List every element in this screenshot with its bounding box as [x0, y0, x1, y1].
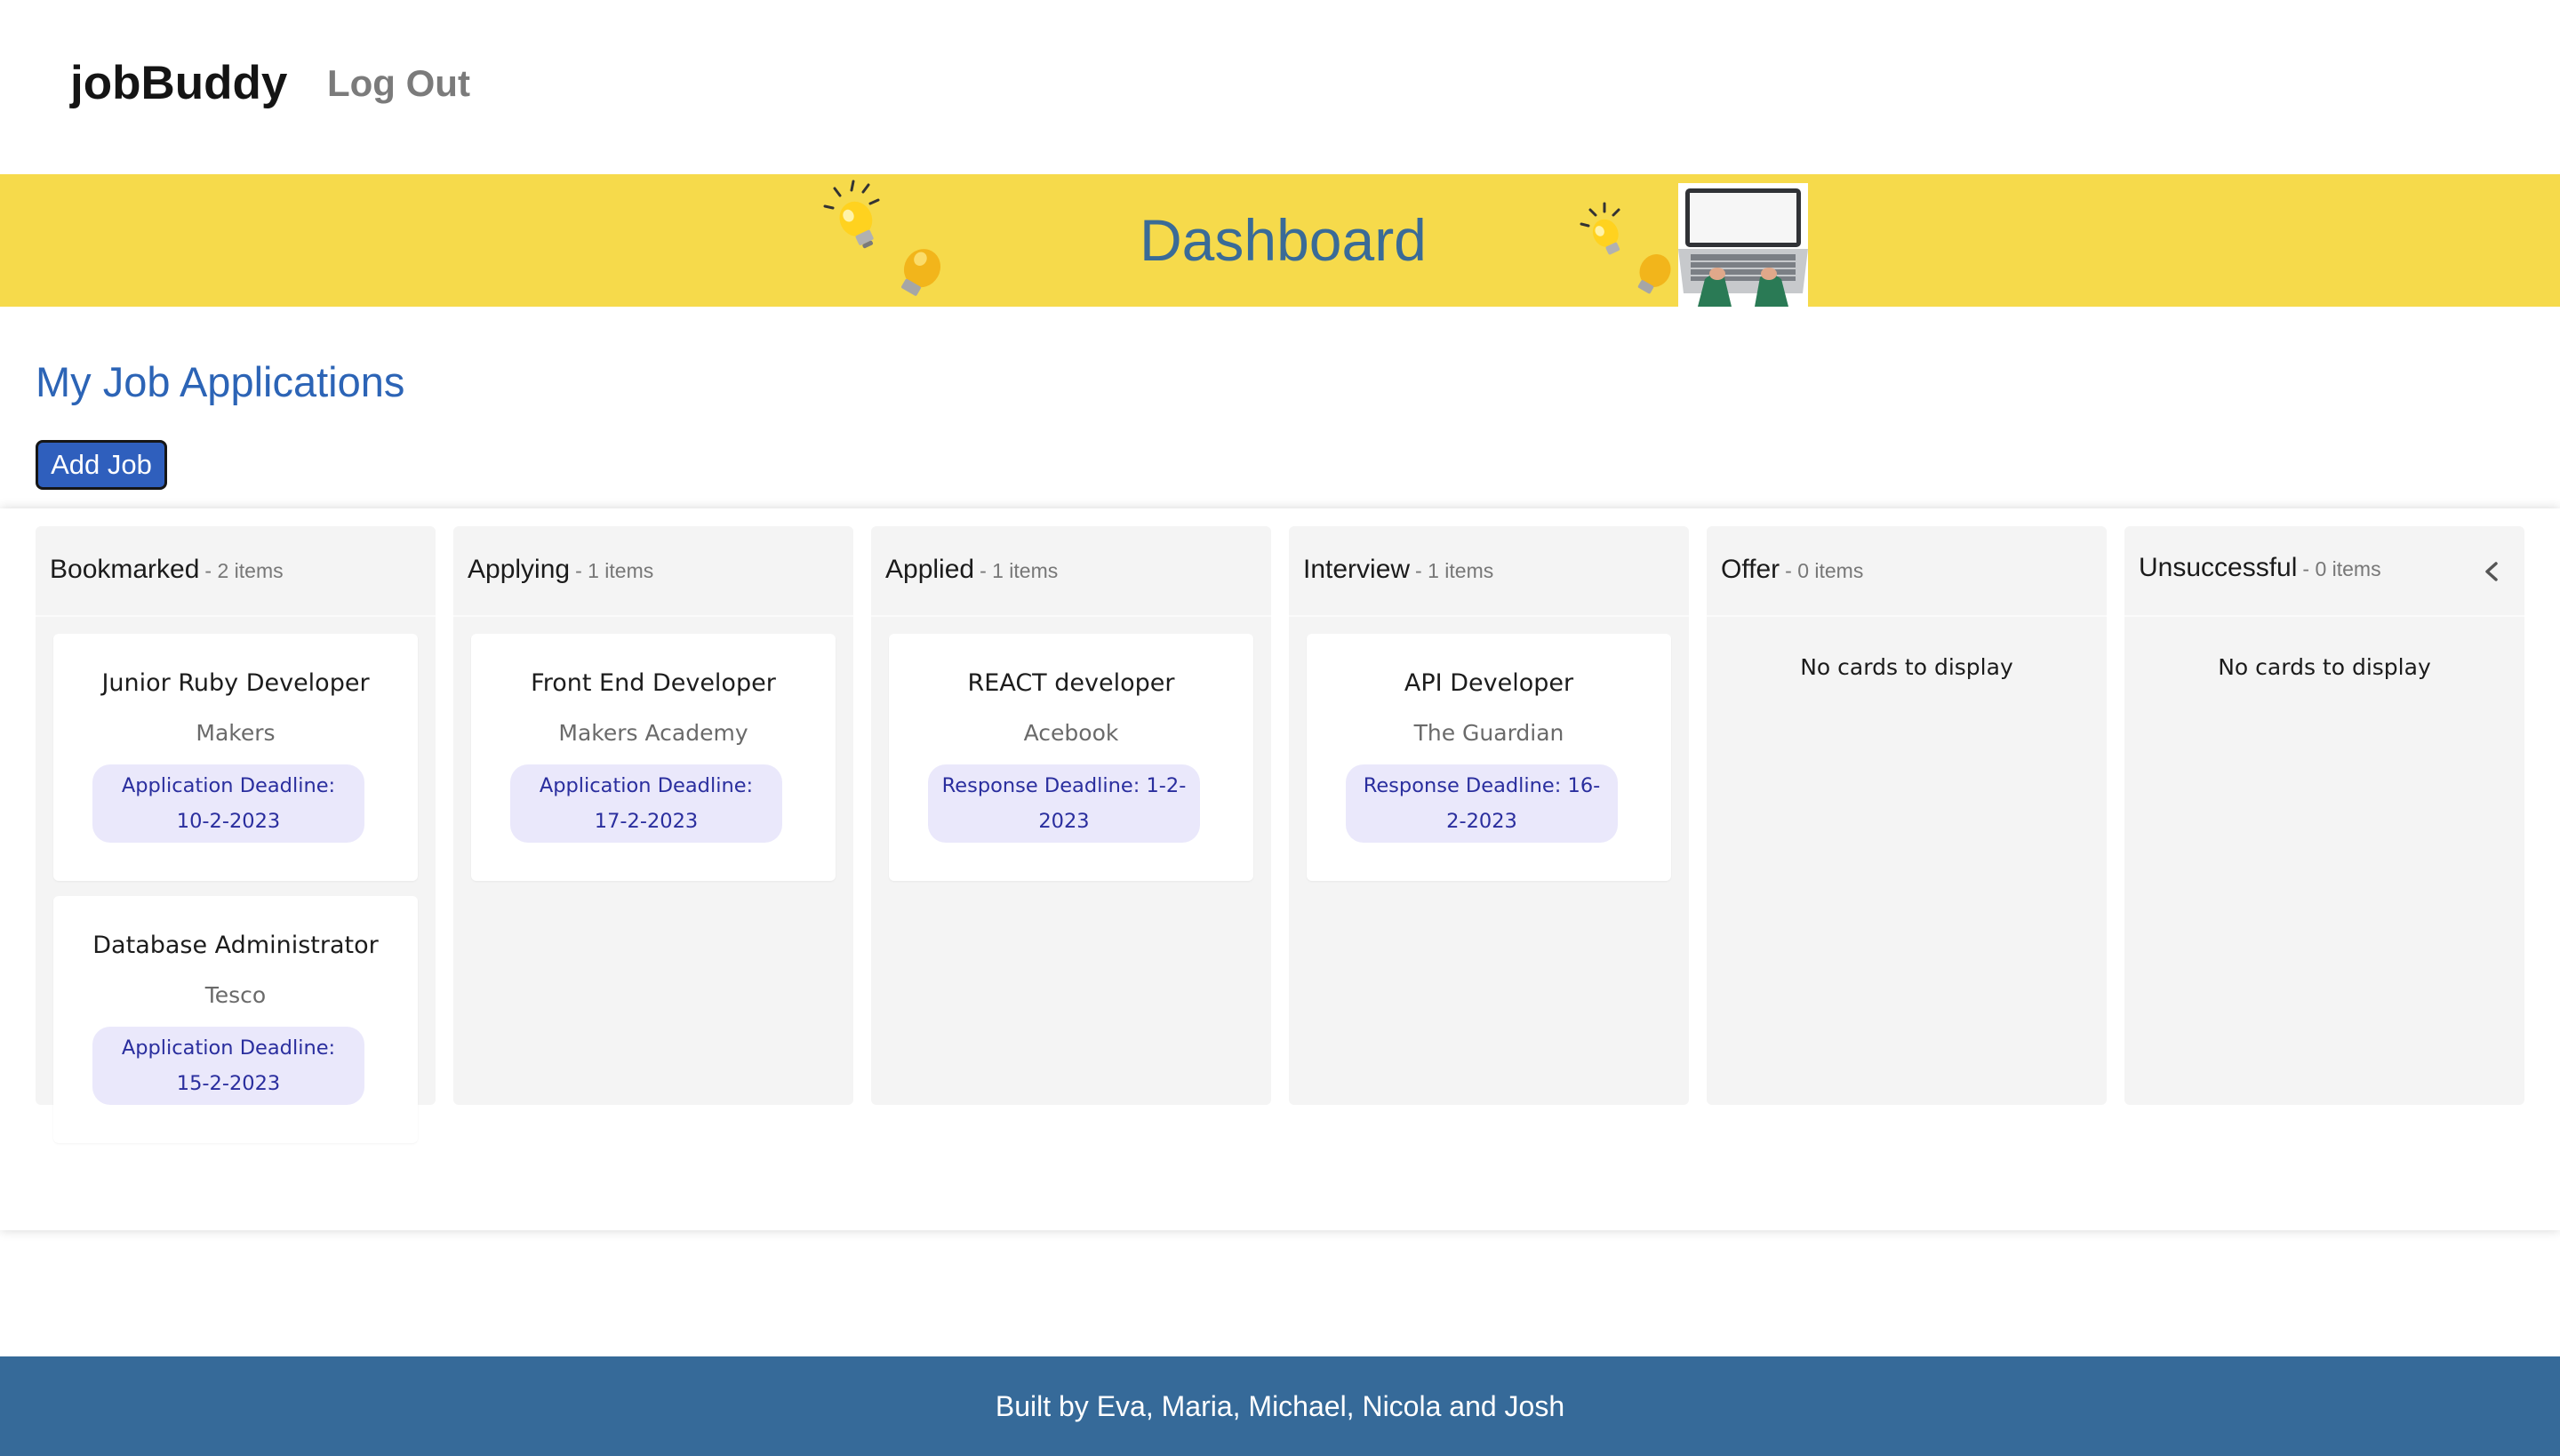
- page-title: My Job Applications: [36, 358, 405, 405]
- top-navbar: jobBuddy Log Out: [0, 0, 2560, 174]
- company-name: Acebook: [1023, 720, 1119, 746]
- lane-offer[interactable]: Offer - 0 items No cards to display: [1707, 526, 2107, 1105]
- chevron-left-icon[interactable]: [2480, 558, 2503, 585]
- lane-header: Applied - 1 items: [871, 526, 1271, 613]
- footer: Built by Eva, Maria, Michael, Nicola and…: [0, 1356, 2560, 1456]
- lane-title: Applying - 1 items: [468, 555, 653, 585]
- job-title: Database Administrator: [92, 932, 379, 959]
- lane-divider: [2124, 615, 2524, 617]
- dashboard-banner: Dashboard: [0, 174, 2560, 307]
- deadline-tag: Application Deadline: 15-2-2023: [92, 1027, 364, 1105]
- lane-count: - 0 items: [1785, 559, 1864, 582]
- lane-header: Applying - 1 items: [453, 526, 853, 613]
- job-card[interactable]: Database Administrator Tesco Application…: [53, 896, 418, 1143]
- kanban-board: Bookmarked - 2 items Junior Ruby Develope…: [0, 508, 2560, 1230]
- lane-title-text: Bookmarked: [50, 555, 200, 584]
- lane-title: Applied - 1 items: [885, 555, 1058, 585]
- lane-count: - 1 items: [1415, 559, 1494, 582]
- lane-title: Bookmarked - 2 items: [50, 555, 284, 585]
- lane-count: - 1 items: [980, 559, 1059, 582]
- lightbulb-icon: [823, 180, 941, 296]
- lane-count: - 1 items: [575, 559, 654, 582]
- lane-title: Interview - 1 items: [1303, 555, 1493, 585]
- lane-divider: [453, 615, 853, 617]
- lane-title-text: Applied: [885, 555, 975, 584]
- job-title: Front End Developer: [531, 669, 776, 697]
- job-card[interactable]: Front End Developer Makers Academy Appli…: [471, 634, 836, 881]
- lane-applied[interactable]: Applied - 1 items REACT developer Acebook…: [871, 526, 1271, 1105]
- lane-header: Offer - 0 items: [1707, 526, 2107, 613]
- company-name: Makers: [196, 720, 276, 746]
- empty-lane-message: No cards to display: [1800, 654, 2013, 680]
- lane-title-text: Offer: [1721, 555, 1780, 584]
- job-title: API Developer: [1404, 669, 1574, 697]
- deadline-tag: Application Deadline: 17-2-2023: [510, 764, 782, 843]
- add-job-button[interactable]: Add Job: [36, 440, 167, 490]
- lane-applying[interactable]: Applying - 1 items Front End Developer Ma…: [453, 526, 853, 1105]
- lane-divider: [36, 615, 436, 617]
- lane-header: Unsuccessful - 0 items: [2124, 526, 2524, 613]
- company-name: Makers Academy: [558, 720, 748, 746]
- banner-title: Dashboard: [1140, 207, 1427, 273]
- company-name: The Guardian: [1413, 720, 1564, 746]
- lane-title-text: Interview: [1303, 555, 1411, 584]
- deadline-tag: Application Deadline: 10-2-2023: [92, 764, 364, 843]
- job-card[interactable]: Junior Ruby Developer Makers Application…: [53, 634, 418, 881]
- lane-divider: [1707, 615, 2107, 617]
- empty-lane-message: No cards to display: [2218, 654, 2431, 680]
- lane-title: Unsuccessful - 0 items: [2139, 553, 2381, 583]
- lane-unsuccessful[interactable]: Unsuccessful - 0 items No cards to displa…: [2124, 526, 2524, 1105]
- lane-divider: [1289, 615, 1689, 617]
- company-name: Tesco: [204, 982, 267, 1008]
- deadline-tag: Response Deadline: 16-2-2023: [1346, 764, 1618, 843]
- job-title: REACT developer: [967, 669, 1175, 697]
- brand-logo[interactable]: jobBuddy: [70, 56, 287, 110]
- lane-bookmarked[interactable]: Bookmarked - 2 items Junior Ruby Develope…: [36, 526, 436, 1143]
- footer-credits: Built by Eva, Maria, Michael, Nicola and…: [995, 1390, 1565, 1422]
- job-card[interactable]: API Developer The Guardian Response Dead…: [1307, 634, 1671, 881]
- lane-count: - 2 items: [204, 559, 284, 582]
- laptop-icon: [1678, 183, 1808, 307]
- logout-link[interactable]: Log Out: [327, 62, 470, 105]
- lane-title: Offer - 0 items: [1721, 555, 1863, 585]
- lane-title-text: Applying: [468, 555, 571, 584]
- lane-title-text: Unsuccessful: [2139, 553, 2298, 582]
- lane-count: - 0 items: [2302, 557, 2381, 580]
- lane-header: Bookmarked - 2 items: [36, 526, 436, 613]
- lane-divider: [871, 615, 1271, 617]
- lightbulb-icon: [1580, 202, 1671, 294]
- job-title: Junior Ruby Developer: [101, 669, 370, 697]
- deadline-tag: Response Deadline: 1-2-2023: [928, 764, 1200, 843]
- lane-header: Interview - 1 items: [1289, 526, 1689, 613]
- job-card[interactable]: REACT developer Acebook Response Deadlin…: [889, 634, 1253, 881]
- lane-interview[interactable]: Interview - 1 items API Developer The Gua…: [1289, 526, 1689, 1105]
